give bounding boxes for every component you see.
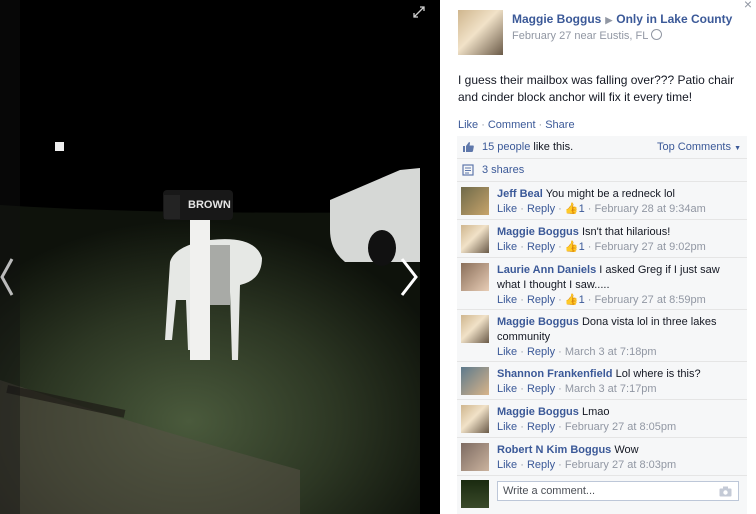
comment-item: Maggie Boggus Dona vista lol in three la… (457, 310, 747, 362)
commenter-avatar[interactable] (461, 405, 489, 433)
comment-likes-number: 1 (578, 241, 585, 253)
likes-summary-row: 15 people like this. Top Comments ▼ (457, 136, 747, 159)
commenter-avatar[interactable] (461, 315, 489, 343)
comment-likes-number: 1 (578, 294, 585, 306)
caret-down-icon: ▼ (734, 145, 741, 152)
comment-like-link[interactable]: Like (497, 459, 517, 471)
commenter-avatar[interactable] (461, 225, 489, 253)
post-actions: Like · Comment · Share (458, 119, 575, 131)
comment-time[interactable]: February 27 at 9:02pm (594, 241, 705, 253)
comment-likes-count[interactable]: 👍1 (565, 203, 585, 215)
shares-row: 3 shares (457, 159, 747, 182)
likes-count-link[interactable]: 15 people (482, 141, 530, 153)
shares-link[interactable]: 3 shares (482, 164, 524, 176)
mailbox: BROWN (163, 190, 233, 220)
current-user-avatar (461, 480, 489, 508)
comment-author[interactable]: Robert N Kim Boggus (497, 444, 611, 456)
photo-viewer[interactable]: BROWN (0, 0, 440, 514)
comment-link[interactable]: Comment (488, 119, 536, 131)
cinder-block (210, 245, 230, 305)
post-header: Maggie Boggus ▶ Only in Lake County Februa… (512, 12, 752, 42)
share-link[interactable]: Share (545, 119, 574, 131)
comment-text: Isn't that hilarious! (581, 226, 671, 238)
comment-time[interactable]: February 28 at 9:34am (594, 203, 705, 215)
comment-time[interactable]: February 27 at 8:03pm (565, 459, 676, 471)
group-name[interactable]: Only in Lake County (616, 12, 732, 26)
comment-like-link[interactable]: Like (497, 383, 517, 395)
comment-time[interactable]: February 27 at 8:59pm (594, 294, 705, 306)
comment-author[interactable]: Jeff Beal (497, 188, 543, 200)
comment-reply-link[interactable]: Reply (527, 346, 555, 358)
comment-text: Wow (614, 444, 639, 456)
comment-author[interactable]: Laurie Ann Daniels (497, 264, 596, 276)
camera-icon[interactable] (719, 486, 732, 497)
top-comments-dropdown[interactable]: Top Comments ▼ (657, 141, 741, 153)
top-comments-label: Top Comments (657, 141, 731, 153)
comment-time[interactable]: February 27 at 8:05pm (565, 421, 676, 433)
thumbs-up-icon (463, 142, 474, 152)
comment-like-link[interactable]: Like (497, 203, 517, 215)
comment-author[interactable]: Maggie Boggus (497, 316, 579, 328)
comment-time[interactable]: March 3 at 7:18pm (565, 346, 657, 358)
like-link[interactable]: Like (458, 119, 478, 131)
comment-item: Maggie Boggus Lmao Like · Reply · Februa… (457, 400, 747, 438)
mailbox-post (190, 214, 210, 360)
separator-dot: · (481, 119, 485, 131)
post-photo: BROWN (0, 0, 420, 514)
comment-text: Lol where is this? (615, 368, 701, 380)
comment-reply-link[interactable]: Reply (527, 383, 555, 395)
comment-reply-link[interactable]: Reply (527, 294, 555, 306)
post-date[interactable]: February 27 near Eustis, FL (512, 30, 648, 42)
post-text: I guess their mailbox was falling over??… (458, 73, 735, 104)
comment-likes-count[interactable]: 👍1 (565, 241, 585, 253)
comment-reply-link[interactable]: Reply (527, 459, 555, 471)
previous-photo-arrow-icon[interactable] (0, 255, 16, 299)
small-thumbs-up-icon: 👍 (564, 241, 579, 253)
comment-reply-link[interactable]: Reply (527, 241, 555, 253)
likes-suffix: like this. (530, 141, 574, 153)
comment-author[interactable]: Shannon Frankenfield (497, 368, 613, 380)
commenter-avatar[interactable] (461, 443, 489, 471)
expand-icon[interactable] (413, 6, 425, 18)
comment-time[interactable]: March 3 at 7:17pm (565, 383, 657, 395)
arrow-right-icon: ▶ (605, 15, 613, 25)
close-icon[interactable]: × (744, 0, 752, 12)
comment-item: Shannon Frankenfield Lol where is this? … (457, 362, 747, 400)
comment-item: Jeff Beal You might be a redneck lol Lik… (457, 182, 747, 220)
comment-reply-link[interactable]: Reply (527, 421, 555, 433)
comment-like-link[interactable]: Like (497, 241, 517, 253)
small-thumbs-up-icon: 👍 (564, 294, 579, 306)
comment-input-placeholder: Write a comment... (503, 485, 596, 497)
comment-like-link[interactable]: Like (497, 346, 517, 358)
comment-item: Maggie Boggus Isn't that hilarious! Like… (457, 220, 747, 258)
comment-item: Robert N Kim Boggus Wow Like · Reply · F… (457, 438, 747, 476)
comment-text: Lmao (581, 406, 610, 418)
comment-reply-link[interactable]: Reply (527, 203, 555, 215)
write-comment-area: Write a comment... (457, 476, 747, 510)
next-photo-arrow-icon[interactable] (396, 255, 422, 299)
comment-likes-count[interactable]: 👍1 (565, 294, 585, 306)
comment-like-link[interactable]: Like (497, 294, 517, 306)
share-icon (462, 164, 474, 176)
author-name[interactable]: Maggie Boggus (512, 12, 601, 26)
svg-text:BROWN: BROWN (188, 199, 231, 211)
commenter-avatar[interactable] (461, 367, 489, 395)
feedback-panel: 15 people like this. Top Comments ▼ 3 sh… (457, 136, 747, 514)
separator-dot: · (538, 119, 543, 131)
commenter-avatar[interactable] (461, 187, 489, 215)
comment-input[interactable]: Write a comment... (497, 481, 739, 501)
small-thumbs-up-icon: 👍 (564, 203, 579, 215)
comment-author[interactable]: Maggie Boggus (497, 226, 579, 238)
commenter-avatar[interactable] (461, 263, 489, 291)
author-avatar[interactable] (458, 10, 503, 55)
comment-item: Laurie Ann Daniels I asked Greg if I jus… (457, 258, 747, 310)
comment-likes-number: 1 (578, 203, 585, 215)
comment-like-link[interactable]: Like (497, 421, 517, 433)
globe-icon (651, 29, 663, 40)
post-sidebar: × Maggie Boggus ▶ Only in Lake County Febr… (440, 0, 756, 514)
comment-author[interactable]: Maggie Boggus (497, 406, 579, 418)
comment-text: You might be a redneck lol (545, 188, 675, 200)
